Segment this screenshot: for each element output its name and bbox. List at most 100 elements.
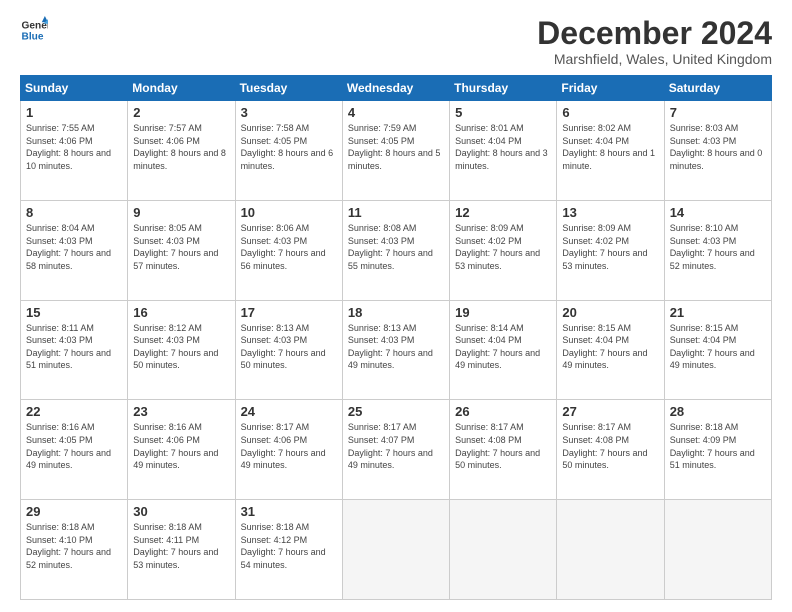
day-info: Sunrise: 8:13 AMSunset: 4:03 PMDaylight:… xyxy=(241,322,337,372)
day-number: 21 xyxy=(670,305,766,320)
day-info: Sunrise: 8:03 AMSunset: 4:03 PMDaylight:… xyxy=(670,122,766,172)
day-info: Sunrise: 8:14 AMSunset: 4:04 PMDaylight:… xyxy=(455,322,551,372)
day-number: 13 xyxy=(562,205,658,220)
table-row: 4 Sunrise: 7:59 AMSunset: 4:05 PMDaylight… xyxy=(342,101,449,201)
table-row: 12 Sunrise: 8:09 AMSunset: 4:02 PMDayligh… xyxy=(450,200,557,300)
title-block: December 2024 Marshfield, Wales, United … xyxy=(537,16,772,67)
day-info: Sunrise: 8:02 AMSunset: 4:04 PMDaylight:… xyxy=(562,122,658,172)
day-number: 4 xyxy=(348,105,444,120)
col-wednesday: Wednesday xyxy=(342,76,449,101)
day-number: 27 xyxy=(562,404,658,419)
table-row: 28Sunrise: 8:18 AMSunset: 4:09 PMDayligh… xyxy=(664,400,771,500)
day-number: 17 xyxy=(241,305,337,320)
day-number: 31 xyxy=(241,504,337,519)
table-row: 11 Sunrise: 8:08 AMSunset: 4:03 PMDayligh… xyxy=(342,200,449,300)
day-info: Sunrise: 8:17 AMSunset: 4:08 PMDaylight:… xyxy=(455,421,551,471)
day-info: Sunrise: 8:06 AMSunset: 4:03 PMDaylight:… xyxy=(241,222,337,272)
day-info: Sunrise: 8:09 AMSunset: 4:02 PMDaylight:… xyxy=(562,222,658,272)
day-info: Sunrise: 7:58 AMSunset: 4:05 PMDaylight:… xyxy=(241,122,337,172)
svg-text:Blue: Blue xyxy=(22,31,44,42)
day-number: 1 xyxy=(26,105,122,120)
day-info: Sunrise: 8:04 AMSunset: 4:03 PMDaylight:… xyxy=(26,222,122,272)
day-info: Sunrise: 8:10 AMSunset: 4:03 PMDaylight:… xyxy=(670,222,766,272)
table-row: 6 Sunrise: 8:02 AMSunset: 4:04 PMDaylight… xyxy=(557,101,664,201)
col-thursday: Thursday xyxy=(450,76,557,101)
table-row: 15 Sunrise: 8:11 AMSunset: 4:03 PMDayligh… xyxy=(21,300,128,400)
day-info: Sunrise: 7:57 AMSunset: 4:06 PMDaylight:… xyxy=(133,122,229,172)
day-info: Sunrise: 8:16 AMSunset: 4:06 PMDaylight:… xyxy=(133,421,229,471)
table-row: 2 Sunrise: 7:57 AMSunset: 4:06 PMDaylight… xyxy=(128,101,235,201)
day-number: 2 xyxy=(133,105,229,120)
day-number: 12 xyxy=(455,205,551,220)
day-info: Sunrise: 8:16 AMSunset: 4:05 PMDaylight:… xyxy=(26,421,122,471)
day-info: Sunrise: 8:09 AMSunset: 4:02 PMDaylight:… xyxy=(455,222,551,272)
table-row: 18Sunrise: 8:13 AMSunset: 4:03 PMDayligh… xyxy=(342,300,449,400)
table-row: 26 Sunrise: 8:17 AMSunset: 4:08 PMDayligh… xyxy=(450,400,557,500)
table-row: 29 Sunrise: 8:18 AMSunset: 4:10 PMDayligh… xyxy=(21,500,128,600)
calendar-table: Sunday Monday Tuesday Wednesday Thursday… xyxy=(20,75,772,600)
day-info: Sunrise: 8:13 AMSunset: 4:03 PMDaylight:… xyxy=(348,322,444,372)
header: General Blue December 2024 Marshfield, W… xyxy=(20,16,772,67)
day-info: Sunrise: 8:17 AMSunset: 4:06 PMDaylight:… xyxy=(241,421,337,471)
day-info: Sunrise: 8:18 AMSunset: 4:11 PMDaylight:… xyxy=(133,521,229,571)
day-info: Sunrise: 8:18 AMSunset: 4:10 PMDaylight:… xyxy=(26,521,122,571)
day-info: Sunrise: 8:08 AMSunset: 4:03 PMDaylight:… xyxy=(348,222,444,272)
table-row xyxy=(664,500,771,600)
table-row: 19 Sunrise: 8:14 AMSunset: 4:04 PMDayligh… xyxy=(450,300,557,400)
table-row xyxy=(557,500,664,600)
col-friday: Friday xyxy=(557,76,664,101)
table-row: 21 Sunrise: 8:15 AMSunset: 4:04 PMDayligh… xyxy=(664,300,771,400)
day-info: Sunrise: 8:15 AMSunset: 4:04 PMDaylight:… xyxy=(562,322,658,372)
day-number: 23 xyxy=(133,404,229,419)
day-info: Sunrise: 8:01 AMSunset: 4:04 PMDaylight:… xyxy=(455,122,551,172)
day-number: 14 xyxy=(670,205,766,220)
day-number: 6 xyxy=(562,105,658,120)
day-number: 16 xyxy=(133,305,229,320)
day-info: Sunrise: 7:59 AMSunset: 4:05 PMDaylight:… xyxy=(348,122,444,172)
table-row: 23 Sunrise: 8:16 AMSunset: 4:06 PMDayligh… xyxy=(128,400,235,500)
table-row: 1Sunrise: 7:55 AMSunset: 4:06 PMDaylight… xyxy=(21,101,128,201)
day-number: 30 xyxy=(133,504,229,519)
table-row: 16 Sunrise: 8:12 AMSunset: 4:03 PMDayligh… xyxy=(128,300,235,400)
day-info: Sunrise: 8:11 AMSunset: 4:03 PMDaylight:… xyxy=(26,322,122,372)
table-row: 30 Sunrise: 8:18 AMSunset: 4:11 PMDayligh… xyxy=(128,500,235,600)
logo-icon: General Blue xyxy=(20,16,48,44)
table-row: 3Sunrise: 7:58 AMSunset: 4:05 PMDaylight… xyxy=(235,101,342,201)
day-number: 9 xyxy=(133,205,229,220)
table-row: 14 Sunrise: 8:10 AMSunset: 4:03 PMDayligh… xyxy=(664,200,771,300)
header-row: Sunday Monday Tuesday Wednesday Thursday… xyxy=(21,76,772,101)
table-row: 25Sunrise: 8:17 AMSunset: 4:07 PMDayligh… xyxy=(342,400,449,500)
table-row: 10 Sunrise: 8:06 AMSunset: 4:03 PMDayligh… xyxy=(235,200,342,300)
day-number: 11 xyxy=(348,205,444,220)
day-number: 10 xyxy=(241,205,337,220)
day-number: 5 xyxy=(455,105,551,120)
day-info: Sunrise: 8:18 AMSunset: 4:12 PMDaylight:… xyxy=(241,521,337,571)
col-sunday: Sunday xyxy=(21,76,128,101)
day-number: 26 xyxy=(455,404,551,419)
day-number: 20 xyxy=(562,305,658,320)
table-row: 9Sunrise: 8:05 AMSunset: 4:03 PMDaylight… xyxy=(128,200,235,300)
day-number: 7 xyxy=(670,105,766,120)
table-row: 17 Sunrise: 8:13 AMSunset: 4:03 PMDayligh… xyxy=(235,300,342,400)
day-number: 8 xyxy=(26,205,122,220)
table-row: 24 Sunrise: 8:17 AMSunset: 4:06 PMDayligh… xyxy=(235,400,342,500)
col-saturday: Saturday xyxy=(664,76,771,101)
table-row: 22Sunrise: 8:16 AMSunset: 4:05 PMDayligh… xyxy=(21,400,128,500)
day-info: Sunrise: 8:12 AMSunset: 4:03 PMDaylight:… xyxy=(133,322,229,372)
day-info: Sunrise: 8:18 AMSunset: 4:09 PMDaylight:… xyxy=(670,421,766,471)
table-row: 20 Sunrise: 8:15 AMSunset: 4:04 PMDayligh… xyxy=(557,300,664,400)
col-monday: Monday xyxy=(128,76,235,101)
table-row: 7 Sunrise: 8:03 AMSunset: 4:03 PMDaylight… xyxy=(664,101,771,201)
page: General Blue December 2024 Marshfield, W… xyxy=(0,0,792,612)
day-info: Sunrise: 8:17 AMSunset: 4:07 PMDaylight:… xyxy=(348,421,444,471)
day-number: 15 xyxy=(26,305,122,320)
subtitle: Marshfield, Wales, United Kingdom xyxy=(537,51,772,67)
day-number: 24 xyxy=(241,404,337,419)
logo: General Blue xyxy=(20,16,48,44)
table-row: 5 Sunrise: 8:01 AMSunset: 4:04 PMDaylight… xyxy=(450,101,557,201)
table-row: 27Sunrise: 8:17 AMSunset: 4:08 PMDayligh… xyxy=(557,400,664,500)
day-number: 29 xyxy=(26,504,122,519)
day-number: 19 xyxy=(455,305,551,320)
day-info: Sunrise: 8:15 AMSunset: 4:04 PMDaylight:… xyxy=(670,322,766,372)
main-title: December 2024 xyxy=(537,16,772,51)
